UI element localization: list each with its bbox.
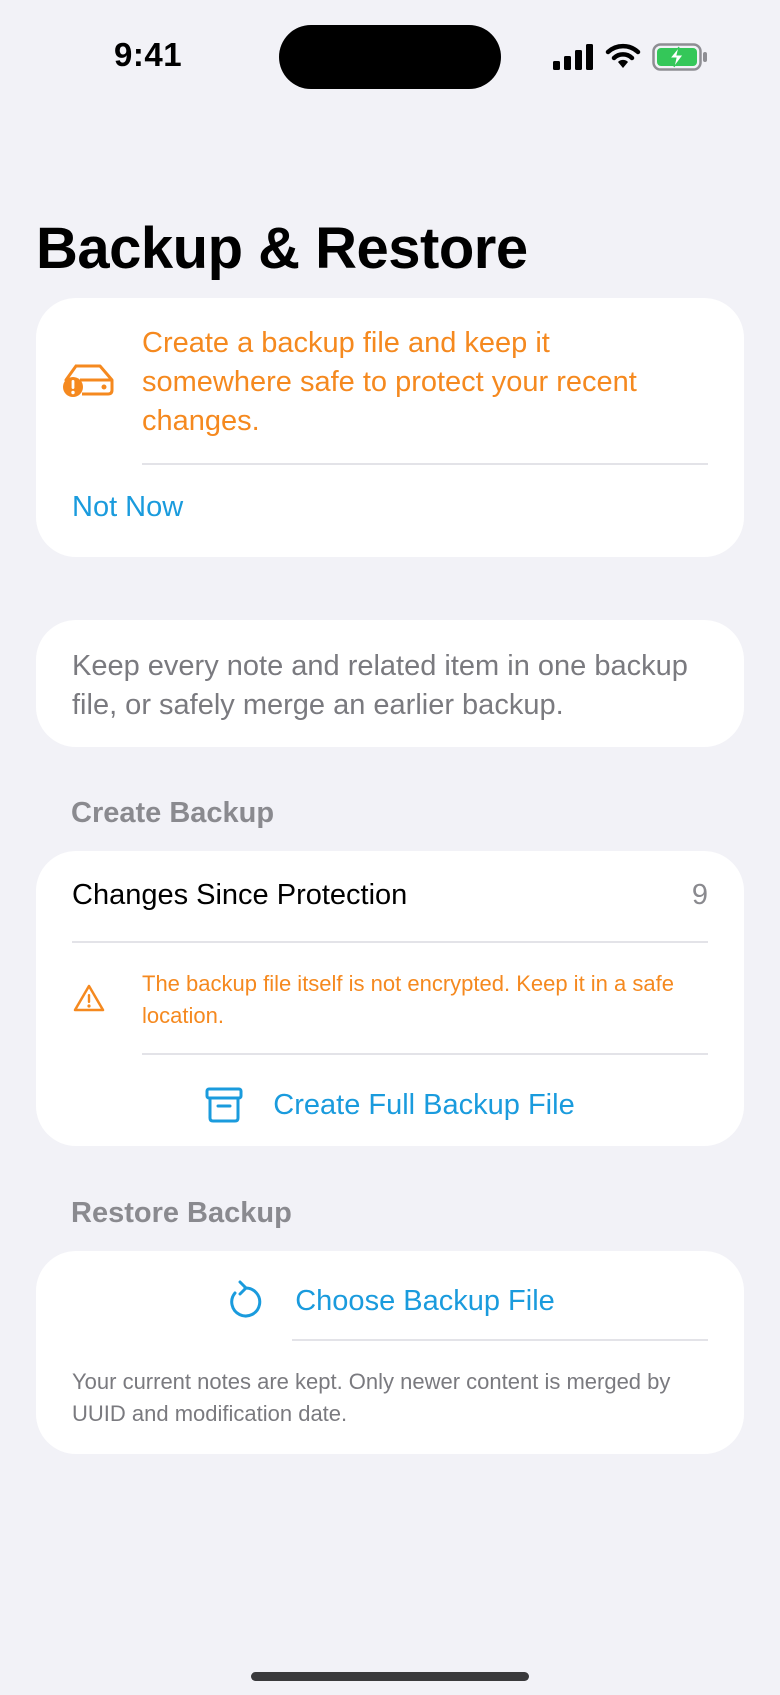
create-backup-header: Create Backup (71, 797, 275, 829)
info-card: Keep every note and related item in one … (36, 620, 744, 747)
divider (142, 1053, 708, 1055)
restore-footnote: Your current notes are kept. Only newer … (72, 1369, 671, 1426)
create-full-backup-label: Create Full Backup File (273, 1088, 575, 1121)
divider (72, 941, 708, 943)
home-indicator (251, 1672, 529, 1681)
divider (142, 463, 708, 465)
create-backup-card: Changes Since Protection 9 The backup fi… (36, 851, 744, 1146)
restore-backup-header: Restore Backup (71, 1197, 292, 1229)
battery-charging-icon (652, 43, 707, 71)
status-time: 9:41 (114, 36, 183, 73)
archive-box-icon (205, 1087, 243, 1123)
restore-arrow-icon (230, 1280, 262, 1318)
encryption-warning-text: The backup file itself is not encrypted.… (142, 971, 674, 1028)
choose-backup-file-button[interactable]: Choose Backup File (36, 1273, 744, 1329)
wifi-icon (605, 43, 641, 68)
restore-backup-card: Choose Backup File Your current notes ar… (36, 1251, 744, 1454)
choose-backup-file-label: Choose Backup File (295, 1284, 555, 1317)
backup-restore-screen: 9:41 Backup & Restore Create a backup fi… (0, 0, 780, 1695)
dynamic-island (279, 25, 501, 89)
warning-triangle-icon (73, 984, 105, 1012)
backup-notice-message: Create a backup file and keep it somewhe… (142, 327, 637, 437)
cellular-signal-icon (553, 44, 593, 70)
info-text: Keep every note and related item in one … (72, 650, 688, 721)
create-full-backup-button[interactable]: Create Full Backup File (36, 1079, 744, 1131)
not-now-button[interactable]: Not Now (72, 491, 183, 524)
page-title: Backup & Restore (36, 216, 528, 281)
changes-since-protection-label: Changes Since Protection (72, 879, 408, 911)
external-drive-warning-icon (63, 364, 114, 397)
backup-notice-card: Create a backup file and keep it somewhe… (36, 298, 744, 557)
changes-count: 9 (691, 879, 708, 911)
divider (292, 1339, 708, 1341)
